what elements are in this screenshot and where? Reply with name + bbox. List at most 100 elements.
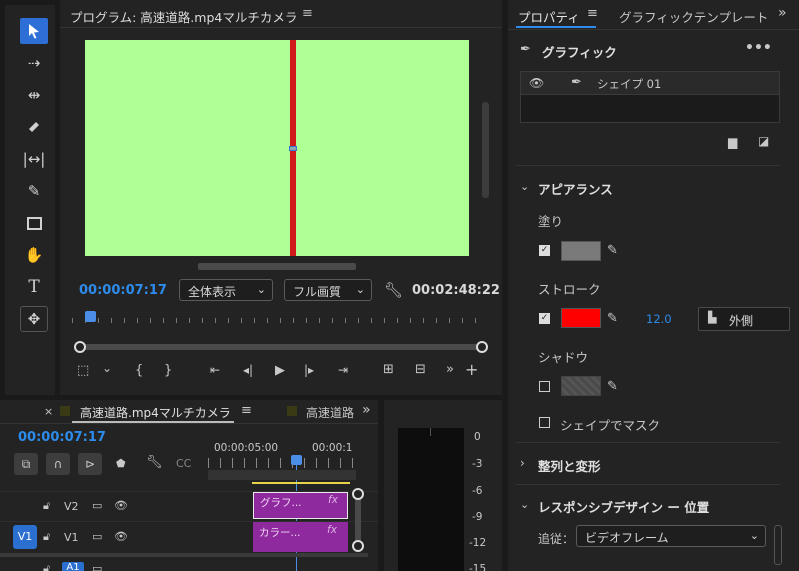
mark-in-icon[interactable]: { xyxy=(135,363,143,378)
sync-lock-icon[interactable]: ▭ xyxy=(92,562,102,571)
chevron-down-icon[interactable]: ⌄ xyxy=(102,361,112,375)
panel-menu-icon[interactable]: ≡ xyxy=(302,6,313,21)
tab-graphic-template[interactable]: グラフィックテンプレート xyxy=(619,7,768,26)
lock-icon[interactable]: 🔓︎ xyxy=(43,499,50,513)
program-timecode[interactable]: 00:00:07:17 xyxy=(79,283,167,298)
pen-graphic-icon: ✒ xyxy=(520,42,531,57)
selection-tool-icon[interactable] xyxy=(20,18,48,44)
rectangle-tool-icon[interactable] xyxy=(20,210,48,236)
razor-tool-icon[interactable] xyxy=(20,114,48,140)
ripple-edit-tool-icon[interactable]: ⇹ xyxy=(20,82,48,108)
marker-settings-icon[interactable]: ⬚ xyxy=(77,363,89,378)
properties-scrollbar[interactable] xyxy=(774,525,782,565)
chevron-down-icon[interactable]: ⌄ xyxy=(520,498,529,511)
track-v1-label[interactable]: V1 xyxy=(64,531,79,544)
track-a1-source-patch[interactable]: A1 xyxy=(62,562,84,571)
shape-mask-checkbox[interactable] xyxy=(539,417,550,428)
wrench-icon[interactable]: 🔧︎ xyxy=(384,281,403,299)
anchor-handle[interactable] xyxy=(289,146,297,151)
shadow-checkbox[interactable] xyxy=(539,381,550,392)
quality-dropdown[interactable]: フル画質 ⌄ xyxy=(284,279,372,301)
chevron-right-icon[interactable]: › xyxy=(520,456,525,470)
tab-sequence-other[interactable]: 高速道路 xyxy=(306,404,358,421)
vertical-scrollbar[interactable] xyxy=(482,102,489,198)
close-tab-icon[interactable]: × xyxy=(44,405,53,418)
panel-overflow-icon[interactable]: » xyxy=(778,5,787,21)
section-appearance-title[interactable]: アピアランス xyxy=(538,179,613,198)
eye-icon[interactable]: 👁︎ xyxy=(114,499,128,512)
type-tool-icon[interactable]: T xyxy=(20,274,48,300)
tab-properties[interactable]: プロパティ xyxy=(518,7,580,26)
eyedropper-icon[interactable]: ✎ xyxy=(607,379,618,394)
section-align-title[interactable]: 整列と変形 xyxy=(538,456,601,475)
zoom-scrollbar[interactable] xyxy=(74,340,488,354)
panel-overflow-icon[interactable]: » xyxy=(362,402,371,418)
mark-out-icon[interactable]: } xyxy=(164,363,172,378)
sync-lock-icon[interactable]: ▭ xyxy=(92,530,102,543)
pen-tool-icon[interactable]: ✎ xyxy=(20,178,48,204)
hand-tool-icon[interactable]: ✋ xyxy=(20,242,48,268)
fit-dropdown[interactable]: 全体表示 ⌄ xyxy=(179,279,273,301)
remix-tool-icon[interactable]: ✥ xyxy=(20,306,48,332)
playhead-marker[interactable] xyxy=(85,311,96,322)
layer-row[interactable]: 👁︎ ✒ シェイプ 01 xyxy=(521,72,779,95)
go-to-out-icon[interactable]: ⇥ xyxy=(338,363,348,377)
nest-toggle-icon[interactable]: ⧉ xyxy=(14,453,38,475)
step-forward-icon[interactable]: |▸ xyxy=(304,363,314,377)
mini-time-ruler[interactable] xyxy=(72,310,488,324)
fill-checkbox[interactable]: ✓ xyxy=(539,245,550,256)
fx-badge: fx xyxy=(327,524,337,536)
eyedropper-icon[interactable]: ✎ xyxy=(607,243,618,258)
video-preview[interactable] xyxy=(85,40,469,256)
lift-icon[interactable]: ⊞ xyxy=(383,362,394,377)
add-button-icon[interactable]: + xyxy=(465,360,478,379)
time-ruler[interactable] xyxy=(208,458,356,468)
extract-icon[interactable]: ⊟ xyxy=(415,362,426,377)
timeline-timecode[interactable]: 00:00:07:17 xyxy=(18,430,106,445)
go-to-in-icon[interactable]: ⇤ xyxy=(210,363,220,377)
horizontal-scrollbar[interactable] xyxy=(198,263,356,270)
quality-dropdown-value: フル画質 xyxy=(293,285,342,299)
track-select-tool-icon[interactable]: ⇢ xyxy=(20,50,48,76)
new-layer-icon[interactable]: ◪ xyxy=(758,134,769,148)
snap-icon[interactable]: ∩ xyxy=(46,453,70,475)
follow-dropdown[interactable]: ビデオフレーム ⌄ xyxy=(576,525,766,547)
section-responsive-title[interactable]: レスポンシブデザイン ー 位置 xyxy=(538,497,709,516)
more-options-icon[interactable]: ••• xyxy=(745,40,772,56)
shadow-color-swatch[interactable] xyxy=(561,376,601,396)
stroke-position-dropdown[interactable]: ▙ 外側 xyxy=(698,307,790,331)
track-v1-source-patch[interactable]: V1 xyxy=(13,525,37,549)
lock-icon[interactable]: 🔓︎ xyxy=(43,530,50,544)
program-duration: 00:02:48:22 xyxy=(412,283,500,298)
wrench-icon[interactable]: 🔧︎ xyxy=(146,455,163,470)
clip-graphic[interactable]: グラフ... fx xyxy=(253,492,348,519)
work-area-bar[interactable] xyxy=(208,470,356,480)
clip-color-name: カラー... xyxy=(259,527,301,539)
panel-menu-icon[interactable]: ≡ xyxy=(241,403,252,418)
play-icon[interactable]: ▶ xyxy=(275,363,285,378)
fill-color-swatch[interactable] xyxy=(561,241,601,261)
clip-color-matte[interactable]: カラー... fx xyxy=(253,522,348,552)
eye-icon[interactable]: 👁︎ xyxy=(529,76,544,90)
panel-menu-icon[interactable]: ≡ xyxy=(587,6,598,21)
step-back-icon[interactable]: ◂| xyxy=(243,363,253,377)
chevron-down-icon[interactable]: ⌄ xyxy=(520,180,529,193)
eye-icon[interactable]: 👁︎ xyxy=(114,530,128,543)
captions-icon[interactable]: CC xyxy=(176,457,191,470)
sync-lock-icon[interactable]: ▭ xyxy=(92,499,102,512)
eyedropper-icon[interactable]: ✎ xyxy=(607,311,618,326)
stroke-width-value[interactable]: 12.0 xyxy=(646,312,672,326)
shape-mask-label[interactable]: シェイプでマスク xyxy=(560,415,660,434)
track-v2-label[interactable]: V2 xyxy=(64,500,79,513)
more-icon[interactable]: » xyxy=(446,362,454,377)
stroke-checkbox[interactable]: ✓ xyxy=(539,313,550,324)
add-marker-icon[interactable]: ⬟ xyxy=(116,457,126,470)
vertical-zoom-scrollbar[interactable] xyxy=(352,488,364,552)
folder-icon[interactable]: ▆ xyxy=(728,135,737,149)
slip-tool-icon[interactable]: |↔| xyxy=(20,146,48,172)
stroke-color-swatch[interactable] xyxy=(561,308,601,328)
linked-selection-icon[interactable]: ⊳ xyxy=(78,453,102,475)
program-tab-title[interactable]: プログラム: 高速道路.mp4マルチカメラ xyxy=(70,7,297,26)
lock-icon[interactable]: 🔓︎ xyxy=(43,562,50,571)
tab-sequence-active[interactable]: 高速道路.mp4マルチカメラ xyxy=(80,404,231,421)
